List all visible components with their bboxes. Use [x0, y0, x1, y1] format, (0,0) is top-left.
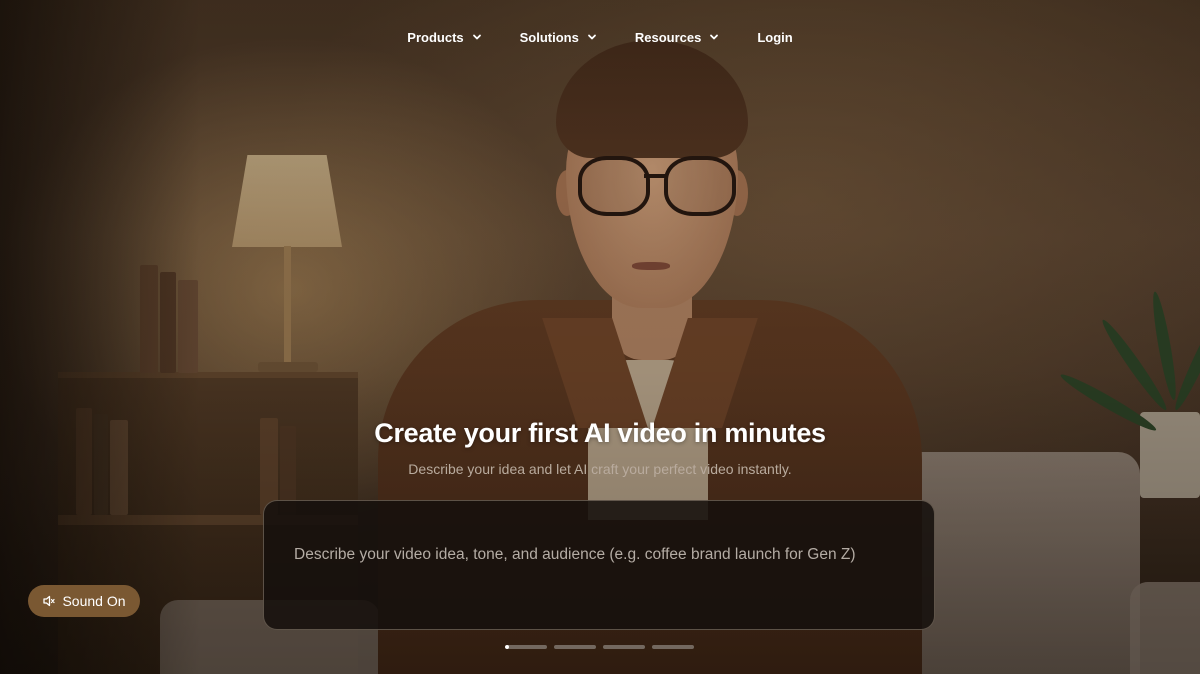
nav-item-solutions[interactable]: Solutions — [501, 26, 616, 48]
nav-item-login[interactable]: Login — [738, 26, 811, 48]
sound-toggle-label: Sound On — [62, 593, 126, 609]
video-idea-input[interactable] — [292, 539, 916, 571]
chevron-down-icon — [587, 34, 596, 40]
sound-toggle-button[interactable]: Sound On — [28, 585, 140, 617]
page: Products Solutions Resources Login Creat… — [0, 0, 1200, 674]
nav-item-label: Login — [757, 29, 793, 45]
nav-item-label: Solutions — [519, 29, 579, 45]
chevron-down-icon — [472, 34, 481, 40]
chevron-down-icon — [710, 34, 719, 40]
nav-item-label: Products — [407, 29, 464, 45]
carousel-indicators — [505, 645, 694, 649]
carousel-indicator[interactable] — [603, 645, 645, 649]
speaker-icon — [43, 595, 56, 607]
hero-title: Create your first AI video in minutes — [374, 418, 826, 448]
nav-item-products[interactable]: Products — [388, 26, 500, 48]
carousel-indicator[interactable] — [652, 645, 694, 649]
carousel-progress — [505, 645, 510, 649]
prompt-box[interactable] — [263, 500, 935, 630]
carousel-indicator[interactable] — [554, 645, 596, 649]
nav-item-resources[interactable]: Resources — [616, 26, 738, 48]
hero-subtitle: Describe your idea and let AI craft your… — [408, 461, 792, 477]
nav-item-label: Resources — [634, 29, 702, 45]
top-nav: Products Solutions Resources Login — [0, 26, 1200, 48]
carousel-indicator[interactable] — [505, 645, 547, 649]
